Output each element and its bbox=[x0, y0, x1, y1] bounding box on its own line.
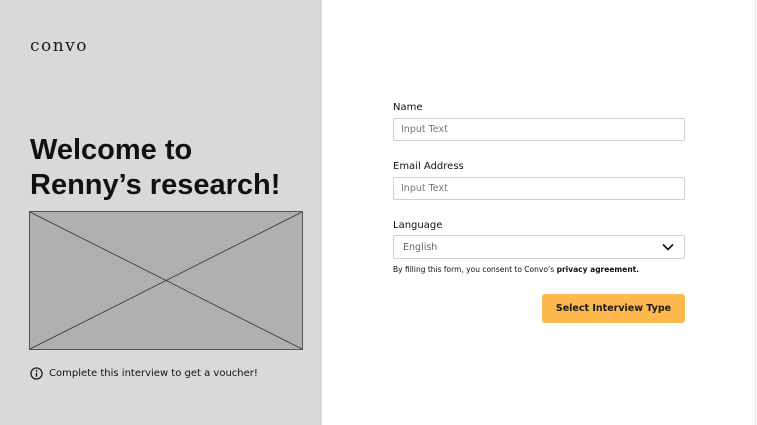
chevron-down-icon bbox=[662, 243, 674, 251]
image-placeholder-cross bbox=[30, 212, 302, 349]
name-label: Name bbox=[393, 102, 423, 113]
headline-line-1: Welcome to bbox=[30, 134, 193, 166]
privacy-agreement-link[interactable]: privacy agreement. bbox=[557, 265, 640, 274]
email-input[interactable] bbox=[393, 177, 685, 200]
logo: convo bbox=[30, 36, 89, 56]
voucher-note: Complete this interview to get a voucher… bbox=[30, 367, 258, 380]
language-select[interactable]: English bbox=[393, 235, 685, 259]
name-input[interactable] bbox=[393, 118, 685, 141]
right-panel: Name Email Address Language English By f… bbox=[322, 0, 756, 425]
info-circle-icon bbox=[30, 367, 43, 380]
select-interview-type-button[interactable]: Select Interview Type bbox=[542, 294, 685, 323]
image-placeholder bbox=[29, 211, 303, 350]
email-label: Email Address bbox=[393, 161, 464, 172]
voucher-note-text: Complete this interview to get a voucher… bbox=[49, 368, 258, 379]
page-title: Welcome to Renny’s research! bbox=[30, 133, 315, 203]
language-label: Language bbox=[393, 220, 443, 231]
consent-text: By filling this form, you consent to Con… bbox=[393, 265, 693, 274]
consent-prefix: By filling this form, you consent to Con… bbox=[393, 265, 557, 274]
language-selected-value: English bbox=[403, 241, 438, 253]
headline-line-2: Renny’s research! bbox=[30, 169, 281, 201]
left-panel: convo Welcome to Renny’s research! Compl… bbox=[0, 0, 322, 425]
